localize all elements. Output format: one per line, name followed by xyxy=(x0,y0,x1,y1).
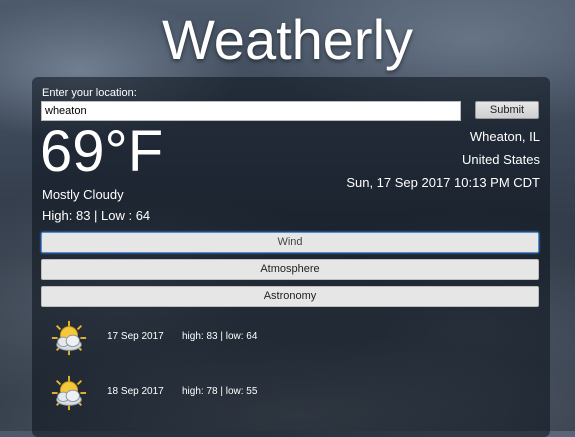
partly-cloudy-icon xyxy=(51,375,87,411)
submit-button[interactable]: Submit xyxy=(475,101,539,119)
forecast-date: 18 Sep 2017 xyxy=(107,386,164,397)
atmosphere-button[interactable]: Atmosphere xyxy=(41,259,539,280)
wind-button[interactable]: Wind xyxy=(41,232,539,253)
location-input[interactable] xyxy=(41,101,461,121)
current-condition: Mostly Cloudy xyxy=(42,187,124,202)
current-temperature: 69°F xyxy=(40,119,164,184)
location-info: Wheaton, IL United States Sun, 17 Sep 20… xyxy=(346,125,540,194)
city-name: Wheaton, IL xyxy=(469,129,540,144)
forecast-row: 18 Sep 2017 high: 78 | low: 55 xyxy=(32,374,550,414)
astronomy-button[interactable]: Astronomy xyxy=(41,286,539,307)
forecast-high-low: high: 83 | low: 64 xyxy=(182,331,258,342)
forecast-high-low: high: 78 | low: 55 xyxy=(182,386,258,397)
location-label: Enter your location: xyxy=(42,87,137,99)
app-title: Weatherly xyxy=(161,8,414,71)
current-datetime: Sun, 17 Sep 2017 10:13 PM CDT xyxy=(346,175,540,190)
forecast-date: 17 Sep 2017 xyxy=(107,331,164,342)
country-name: United States xyxy=(461,152,540,167)
partly-cloudy-icon xyxy=(51,320,87,356)
forecast-row: 17 Sep 2017 high: 83 | low: 64 xyxy=(32,319,550,359)
current-high-low: High: 83 | Low : 64 xyxy=(42,208,151,223)
weather-panel: Enter your location: Submit 69°F Wheaton… xyxy=(32,77,550,437)
